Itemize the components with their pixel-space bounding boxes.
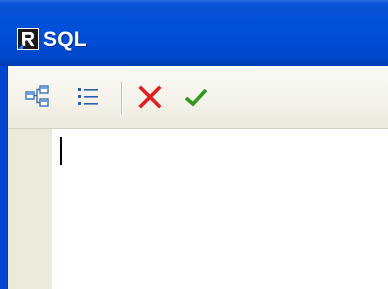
sql-text-area[interactable] (52, 129, 388, 289)
params-list-icon[interactable] (74, 83, 102, 111)
sql-editor[interactable] (8, 129, 388, 289)
title-bar[interactable]: SQL (0, 0, 388, 66)
query-builder-icon[interactable] (24, 83, 52, 111)
text-caret (60, 137, 62, 165)
toolbar-separator (121, 82, 123, 114)
toolbar (8, 66, 388, 129)
cancel-x-icon[interactable] (136, 83, 164, 111)
window-title: SQL (43, 28, 87, 51)
fastreport-r-icon (17, 28, 39, 50)
ok-check-icon[interactable] (182, 83, 210, 111)
editor-gutter (8, 129, 52, 289)
window-frame-left (0, 66, 8, 289)
sql-editor-window: SQL (0, 0, 388, 289)
